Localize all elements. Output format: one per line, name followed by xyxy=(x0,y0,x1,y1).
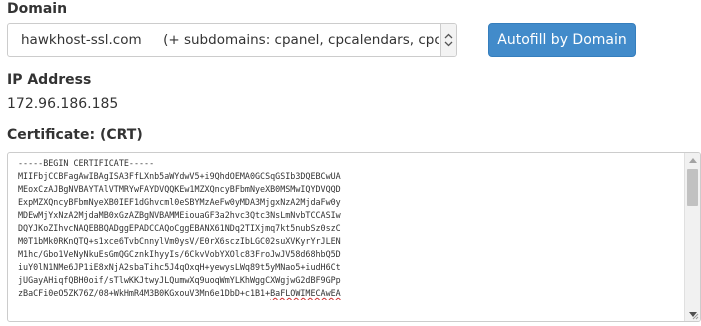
certificate-line: M0T1bMk0RKnQTQ+s1xce6TvbCnnylVm0ysV/E0rX… xyxy=(18,236,341,246)
certificate-line: iuY0lN1NMe6JP1iE8xNjA2sbaTihc5J4qOxqH+ye… xyxy=(18,262,341,272)
scrollbar-thumb[interactable] xyxy=(687,169,698,206)
certificate-line: MDEwMjYxNzA2MjdaMB0xGzAZBgNVBAMMEiouaGF3… xyxy=(18,210,341,220)
domain-select[interactable]: hawkhost-ssl.com (+ subdomains: cpanel, … xyxy=(7,23,457,57)
certificate-label: Certificate: (CRT) xyxy=(7,127,143,143)
certificate-textarea[interactable]: -----BEGIN CERTIFICATE----- MIIFbjCCBFag… xyxy=(7,152,701,322)
ip-address-value: 172.96.186.185 xyxy=(7,96,119,112)
certificate-line: DQYJKoZIhvcNAQEBBQADggEPADCCAQoCggEBANX6… xyxy=(18,223,341,233)
spellcheck-flagged-text: BaFLOWIMECAwEA xyxy=(270,288,341,298)
certificate-line: jUGayAHiqfQBH0oif/sTlwKKJtwyJLQumwXq9uoq… xyxy=(18,275,341,285)
scroll-up-arrow-icon[interactable] xyxy=(685,153,700,167)
certificate-line: MEoxCzAJBgNVBAYTAlVTMRYwFAYDVQQKEw1MZXQn… xyxy=(18,184,341,194)
certificate-line: MIIFbjCCBFagAwIBAgISA3FfLXnb5aWYdwV5+i9Q… xyxy=(18,171,341,181)
certificate-content: -----BEGIN CERTIFICATE----- MIIFbjCCBFag… xyxy=(18,157,678,300)
certificate-scrollbar[interactable] xyxy=(684,153,700,321)
select-spinner-icon[interactable] xyxy=(440,24,456,56)
certificate-line: M1hc/Gbo1VeNyNkuEsGmQGCznkIhyyIs/6CkvVob… xyxy=(18,249,341,259)
autofill-by-domain-button[interactable]: Autofill by Domain xyxy=(488,23,636,57)
ip-address-label: IP Address xyxy=(7,72,92,88)
domain-select-value: hawkhost-ssl.com (+ subdomains: cpanel, … xyxy=(21,32,439,48)
domain-label: Domain xyxy=(7,1,68,17)
resize-handle-icon[interactable] xyxy=(692,313,699,320)
certificate-line: -----BEGIN CERTIFICATE----- xyxy=(18,158,155,168)
certificate-line-last: zBaCFi0eO5ZK76Z/08+WkHmR4M3B0KGxouV3Mn6e… xyxy=(18,287,678,300)
certificate-line-text: zBaCFi0eO5ZK76Z/08+WkHmR4M3B0KGxouV3Mn6e… xyxy=(18,288,271,298)
certificate-line: ExpMZXQncyBFbmNyeXB0IEF1dGhvcml0eSBYMzAe… xyxy=(18,197,341,207)
